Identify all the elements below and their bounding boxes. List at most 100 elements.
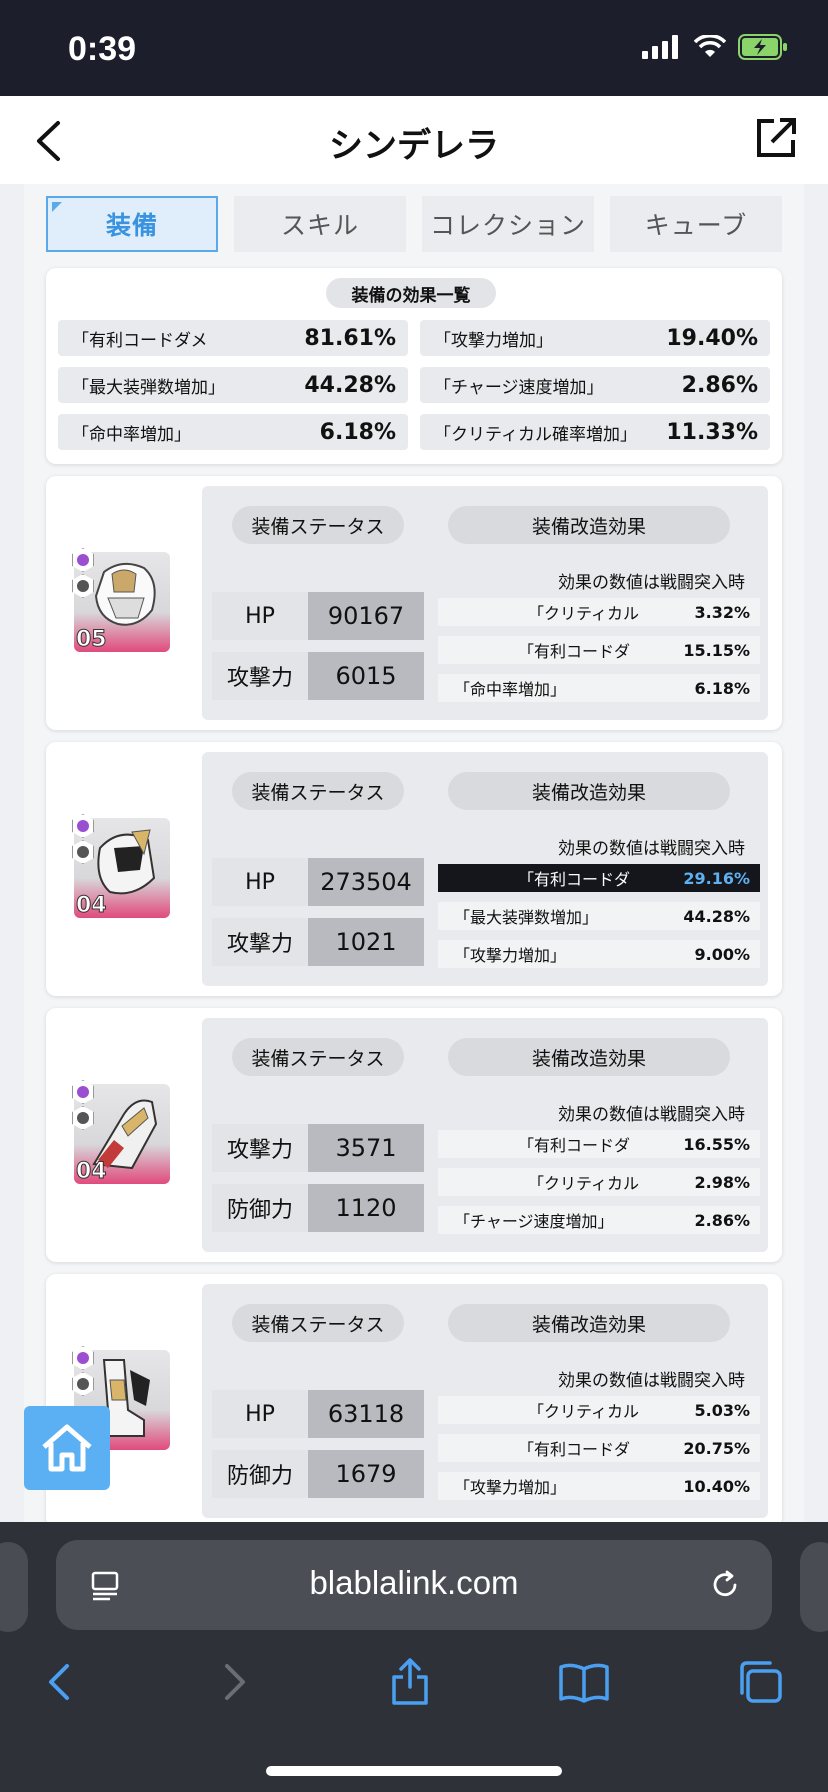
rarity-hexes <box>72 548 94 598</box>
external-link-button[interactable] <box>754 116 800 162</box>
stat-value: 1120 <box>308 1184 424 1232</box>
equipment-card: 04 装備ステータス 装備改造効果 効果の数値は戦闘突入時 攻撃力 3571 防… <box>46 1008 782 1262</box>
stat-label: HP <box>212 592 308 640</box>
book-icon <box>559 1663 609 1703</box>
share-icon <box>392 1658 428 1705</box>
tab-cube[interactable]: キューブ <box>610 196 782 252</box>
content-area[interactable]: 装備 スキル コレクション キューブ 装備の効果一覧 「有利コードダメ 81.61… <box>0 184 828 1522</box>
address-bar[interactable]: blablalink.com <box>56 1540 772 1630</box>
stat-value: 1679 <box>308 1450 424 1498</box>
browser-toolbar: blablalink.com <box>0 1522 828 1792</box>
mod-effect-row: 「最大装弾数増加」 44.28% <box>438 902 760 930</box>
summary-heading: 装備の効果一覧 <box>326 278 496 308</box>
mod-effect-row: 「有利コードダ 20.75% <box>438 1434 760 1462</box>
rarity-hexes <box>72 1346 94 1396</box>
equipment-detail-panel: 装備ステータス 装備改造効果 効果の数値は戦闘突入時 攻撃力 3571 防御力 … <box>202 1018 768 1252</box>
summary-row: 「チャージ速度増加」 2.86% <box>420 367 770 403</box>
summary-row: 「最大装弾数増加」 44.28% <box>58 367 408 403</box>
tabs-button[interactable] <box>730 1652 790 1712</box>
stat-value: 3571 <box>308 1124 424 1172</box>
gray-hex-icon <box>72 1372 94 1396</box>
home-indicator <box>266 1766 562 1776</box>
status-time: 0:39 <box>68 30 137 68</box>
mod-effect-row: 「クリティカル 5.03% <box>438 1396 760 1424</box>
mod-effect-row: 「クリティカル 3.32% <box>438 598 760 626</box>
effect-note: 効果の数値は戦闘突入時 <box>558 573 745 593</box>
previous-tab-peek[interactable] <box>0 1542 28 1632</box>
nav-bar: シンデレラ <box>0 96 828 184</box>
mod-effect-header: 装備改造効果 <box>448 506 730 544</box>
chevron-right-icon <box>225 1664 245 1700</box>
next-tab-peek[interactable] <box>800 1542 828 1632</box>
equipment-detail-panel: 装備ステータス 装備改造効果 効果の数値は戦闘突入時 HP 90167 攻撃力 … <box>202 486 768 720</box>
url-text: blablalink.com <box>309 1564 519 1601</box>
equipment-card: 04 装備ステータス 装備改造効果 効果の数値は戦闘突入時 HP 273504 … <box>46 742 782 996</box>
mod-effect-row: 「有利コードダ 16.55% <box>438 1130 760 1158</box>
mod-effect-row: 「命中率増加」 6.18% <box>438 674 760 702</box>
summary-row: 「命中率増加」 6.18% <box>58 414 408 450</box>
stat-value: 1021 <box>308 918 424 966</box>
stat-label: 攻撃力 <box>212 1124 308 1172</box>
stat-value: 273504 <box>308 858 424 906</box>
wifi-icon <box>694 35 726 57</box>
mod-effect-header: 装備改造効果 <box>448 1304 730 1342</box>
browser-back-button[interactable] <box>28 1652 88 1712</box>
purple-hex-icon <box>72 1346 94 1370</box>
status-icons <box>642 34 788 60</box>
content-inner: 装備 スキル コレクション キューブ 装備の効果一覧 「有利コードダメ 81.61… <box>24 184 804 1522</box>
stat-value: 63118 <box>308 1390 424 1438</box>
status-header: 装備ステータス <box>232 772 404 810</box>
home-button[interactable] <box>24 1406 110 1490</box>
stat-label: HP <box>212 858 308 906</box>
tabs-icon <box>740 1661 782 1703</box>
equipment-detail-panel: 装備ステータス 装備改造効果 効果の数値は戦闘突入時 HP 63118 防御力 … <box>202 1284 768 1518</box>
equipment-detail-panel: 装備ステータス 装備改造効果 効果の数値は戦闘突入時 HP 273504 攻撃力… <box>202 752 768 986</box>
reload-icon[interactable] <box>708 1568 742 1602</box>
status-bar: 0:39 <box>0 0 828 96</box>
chevron-left-icon <box>49 1664 69 1700</box>
mod-effect-header: 装備改造効果 <box>448 1038 730 1076</box>
mod-effect-row: 「チャージ速度増加」 2.86% <box>438 1206 760 1234</box>
gray-hex-icon <box>72 574 94 598</box>
equipment-card: 05 装備ステータス 装備改造効果 効果の数値は戦闘突入時 HP 90167 攻… <box>46 476 782 730</box>
status-header: 装備ステータス <box>232 1038 404 1076</box>
summary-row: 「有利コードダメ 81.61% <box>58 320 408 356</box>
equipment-level: 04 <box>76 893 108 919</box>
effect-note: 効果の数値は戦闘突入時 <box>558 1105 745 1125</box>
rarity-hexes <box>72 1080 94 1130</box>
status-header: 装備ステータス <box>232 506 404 544</box>
effect-summary-card: 装備の効果一覧 「有利コードダメ 81.61% 「攻撃力増加」 19.40% 「最大… <box>46 268 782 464</box>
equipment-level: 04 <box>76 1159 108 1185</box>
signal-icon <box>642 35 678 59</box>
gray-hex-icon <box>72 1106 94 1130</box>
status-header: 装備ステータス <box>232 1304 404 1342</box>
tab-collection[interactable]: コレクション <box>422 196 594 252</box>
stat-value: 90167 <box>308 592 424 640</box>
mod-effect-row-highlighted: 「有利コードダ 29.16% <box>438 864 760 892</box>
share-button[interactable] <box>380 1652 440 1712</box>
mod-effect-header: 装備改造効果 <box>448 772 730 810</box>
battery-charging-icon <box>738 34 787 60</box>
external-link-icon <box>757 118 796 157</box>
stat-label: 防御力 <box>212 1184 308 1232</box>
stat-label: 防御力 <box>212 1450 308 1498</box>
mod-effect-row: 「攻撃力増加」 10.40% <box>438 1472 760 1500</box>
mod-effect-row: 「攻撃力増加」 9.00% <box>438 940 760 968</box>
browser-forward-button[interactable] <box>206 1652 266 1712</box>
stat-label: 攻撃力 <box>212 918 308 966</box>
effect-note: 効果の数値は戦闘突入時 <box>558 839 745 859</box>
tab-equipment[interactable]: 装備 <box>46 196 218 252</box>
purple-hex-icon <box>72 1080 94 1104</box>
bookmarks-button[interactable] <box>554 1652 614 1712</box>
purple-hex-icon <box>72 814 94 838</box>
effect-note: 効果の数値は戦闘突入時 <box>558 1371 745 1391</box>
summary-row: 「クリティカル確率増加」 11.33% <box>420 414 770 450</box>
mod-effect-row: 「クリティカル 2.98% <box>438 1168 760 1196</box>
gray-hex-icon <box>72 840 94 864</box>
page-title: シンデレラ <box>329 126 499 166</box>
stat-label: 攻撃力 <box>212 652 308 700</box>
stat-value: 6015 <box>308 652 424 700</box>
equipment-level: 05 <box>76 627 108 653</box>
equipment-card: 装備ステータス 装備改造効果 効果の数値は戦闘突入時 HP 63118 防御力 … <box>46 1274 782 1522</box>
tab-skill[interactable]: スキル <box>234 196 406 252</box>
